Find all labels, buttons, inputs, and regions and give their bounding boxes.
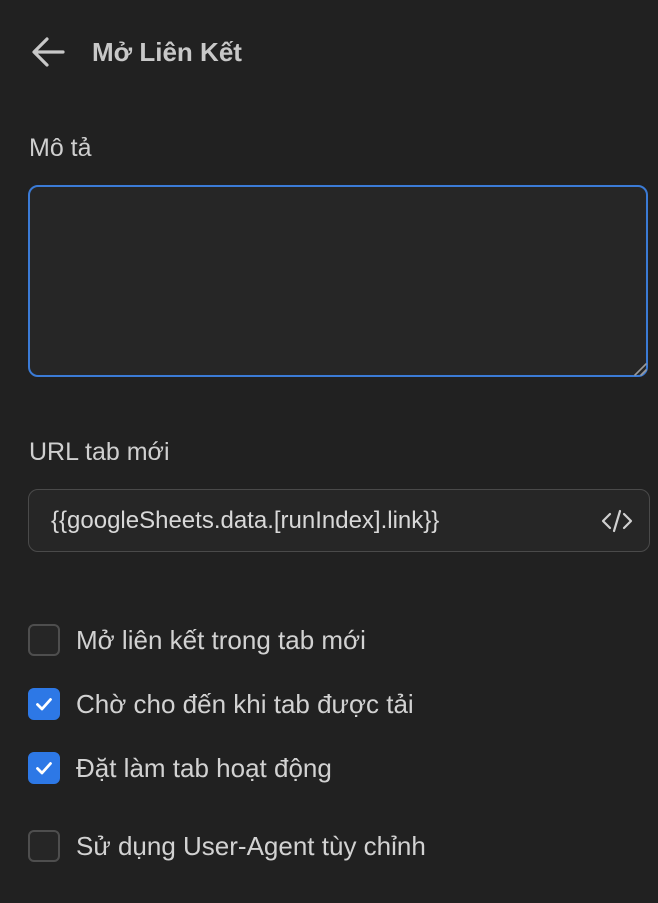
option-set-active-tab[interactable]: Đặt làm tab hoạt động [28, 752, 332, 784]
resize-grip-icon[interactable] [633, 362, 647, 376]
checkbox[interactable] [28, 688, 60, 720]
checkbox[interactable] [28, 830, 60, 862]
check-icon [36, 762, 52, 775]
page-title: Mở Liên Kết [92, 36, 242, 67]
description-textarea[interactable] [28, 185, 648, 377]
checkbox[interactable] [28, 752, 60, 784]
arrow-left-icon [32, 37, 65, 67]
option-custom-user-agent[interactable]: Sử dụng User-Agent tùy chỉnh [28, 830, 426, 862]
code-editor-button[interactable] [599, 503, 635, 539]
option-open-in-new-tab[interactable]: Mở liên kết trong tab mới [28, 624, 366, 656]
url-value[interactable]: {{googleSheets.data.[runIndex].link}} [51, 507, 439, 535]
description-label: Mô tả [29, 134, 92, 162]
url-input[interactable]: {{googleSheets.data.[runIndex].link}} [28, 489, 650, 552]
code-icon [601, 509, 633, 532]
option-label: Sử dụng User-Agent tùy chỉnh [76, 830, 426, 861]
option-wait-for-tab-load[interactable]: Chờ cho đến khi tab được tải [28, 688, 414, 720]
option-label: Mở liên kết trong tab mới [76, 624, 366, 655]
checkbox[interactable] [28, 624, 60, 656]
url-label: URL tab mới [29, 438, 170, 466]
back-button[interactable] [30, 30, 74, 74]
check-icon [36, 698, 52, 711]
option-label: Chờ cho đến khi tab được tải [76, 688, 414, 719]
option-label: Đặt làm tab hoạt động [76, 752, 332, 783]
header: Mở Liên Kết [30, 30, 242, 74]
